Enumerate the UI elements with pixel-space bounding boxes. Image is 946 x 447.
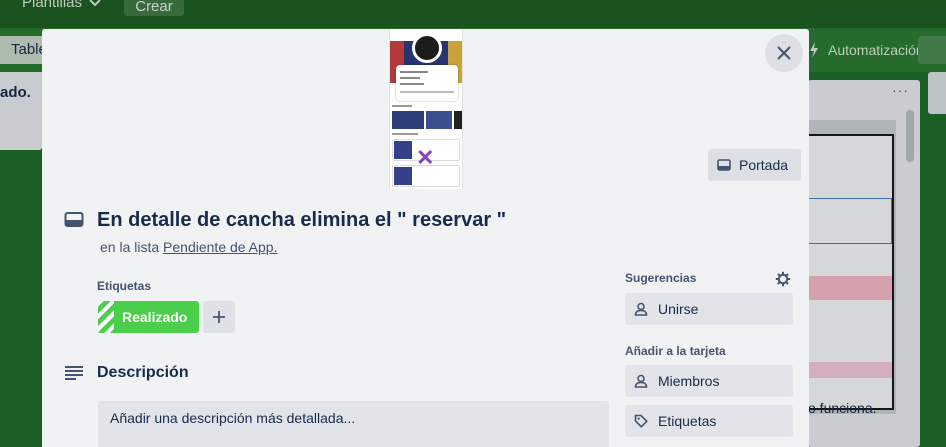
labels-heading: Etiquetas [97, 279, 152, 293]
suggestions-heading: Sugerencias [625, 271, 697, 285]
card-title-icon [64, 212, 84, 227]
person-icon [634, 374, 648, 388]
cover-button-label: Portada [739, 157, 789, 173]
card-cover: ✕ [42, 29, 809, 189]
add-to-card-heading: Añadir a la tarjeta [625, 344, 726, 358]
description-heading: Descripción [97, 364, 189, 381]
card-list-info: en la lista Pendiente de App. [100, 239, 277, 255]
description-icon [65, 366, 83, 380]
add-label-button[interactable] [203, 301, 235, 333]
tag-icon [634, 414, 648, 428]
cover-image[interactable]: ✕ [389, 29, 463, 189]
gear-icon [775, 271, 791, 287]
in-list-prefix: en la lista [100, 239, 160, 255]
list-link[interactable]: Pendiente de App. [163, 239, 277, 255]
label-chip-text: Realizado [122, 309, 188, 325]
description-input[interactable]: Añadir una descripción más detallada... [98, 401, 609, 447]
description-placeholder: Añadir una descripción más detallada... [110, 410, 356, 426]
label-chip-realizado[interactable]: Realizado [98, 301, 199, 333]
close-icon [777, 46, 791, 60]
labels-button-label: Etiquetas [658, 413, 717, 429]
label-pattern [98, 301, 114, 333]
cover-button[interactable]: Portada [708, 149, 801, 181]
card-icon [717, 159, 731, 171]
close-button[interactable] [765, 34, 803, 72]
card-title[interactable]: En detalle de cancha elimina el " reserv… [97, 209, 506, 232]
join-button-label: Unirse [658, 301, 699, 317]
join-button[interactable]: Unirse [625, 293, 793, 325]
cross-mark-icon: ✕ [416, 145, 435, 170]
plus-icon [213, 311, 225, 323]
members-button-label: Miembros [658, 373, 720, 389]
person-icon [634, 302, 648, 316]
card-detail-modal: ✕ Portada En detalle de cancha elimina e… [42, 29, 809, 447]
members-button[interactable]: Miembros [625, 365, 793, 397]
suggestions-settings-button[interactable] [771, 267, 795, 291]
labels-button[interactable]: Etiquetas [625, 405, 793, 437]
